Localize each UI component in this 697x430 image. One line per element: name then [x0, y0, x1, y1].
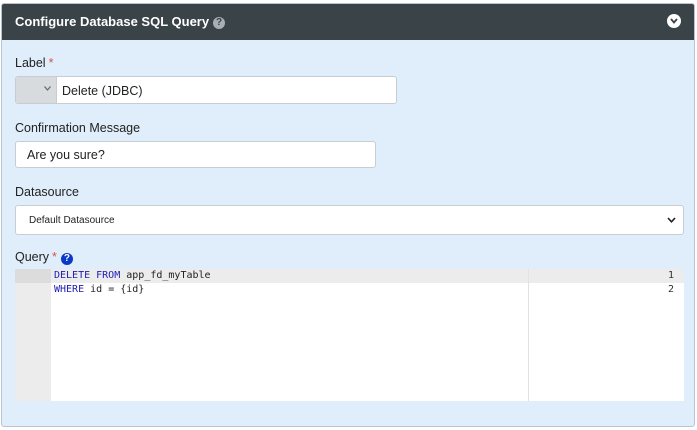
chevron-down-icon [44, 86, 51, 91]
code-line[interactable]: WHERE id = {id} [54, 284, 144, 295]
collapse-chevron-icon[interactable] [667, 14, 681, 28]
chevron-down-icon [667, 217, 676, 223]
query-help-icon[interactable]: ? [60, 253, 73, 265]
active-line-gutter-highlight [15, 269, 51, 283]
sql-keyword: WHERE [54, 284, 85, 295]
line-number: 1 [667, 270, 674, 281]
sql-text: id = {id} [84, 284, 145, 295]
sql-code-editor[interactable]: 1 2 DELETE FROM app_fd_myTable WHERE id … [15, 269, 684, 401]
label-input-group: Delete (JDBC) [15, 76, 397, 104]
confirmation-input[interactable]: Are you sure? [15, 141, 376, 168]
panel-title: Configure Database SQL Query? [15, 14, 226, 29]
datasource-selected-value: Default Datasource [29, 215, 115, 226]
sql-text: app_fd_myTable [120, 270, 211, 281]
label-field-label: Label * [15, 56, 54, 70]
line-number: 2 [667, 284, 674, 295]
panel-header: Configure Database SQL Query? [2, 4, 694, 40]
line-number-gutter [15, 269, 51, 401]
confirmation-field-label: Confirmation Message [15, 121, 141, 135]
required-marker: * [52, 250, 57, 264]
sql-keyword: DELETE FROM [54, 270, 121, 281]
datasource-field-label: Datasource [15, 185, 79, 199]
query-field-label: Query *? [15, 250, 73, 265]
code-line[interactable]: DELETE FROM app_fd_myTable [54, 270, 211, 281]
label-input[interactable]: Delete (JDBC) [62, 84, 143, 98]
help-icon[interactable]: ? [213, 17, 226, 29]
print-margin [528, 269, 529, 401]
query-config-panel: Configure Database SQL Query? Label * Del… [1, 3, 695, 427]
required-marker: * [48, 56, 54, 70]
label-prefix-dropdown[interactable] [16, 77, 57, 103]
datasource-select[interactable]: Default Datasource [15, 205, 684, 235]
